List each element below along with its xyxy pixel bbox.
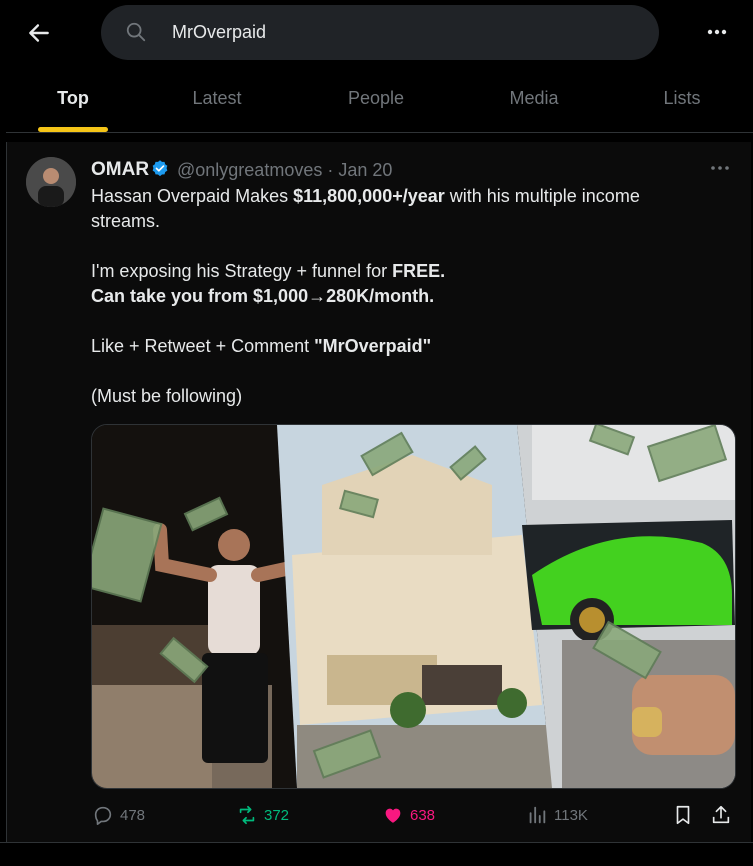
bookmark-button[interactable]: [672, 800, 700, 830]
reply-button[interactable]: 478: [92, 800, 145, 830]
reply-count: 478: [120, 806, 146, 824]
search-query[interactable]: MrOverpaid: [172, 22, 266, 43]
tab-lists-label: Lists: [663, 88, 701, 108]
arrow-left-icon[interactable]: [26, 20, 52, 46]
bookmark-icon: [676, 805, 690, 825]
like-count: 638: [410, 806, 436, 824]
search-box[interactable]: MrOverpaid: [101, 5, 659, 60]
retweet-icon: [239, 805, 255, 825]
retweet-count: 372: [264, 806, 290, 824]
tab-top-label: Top: [57, 88, 89, 108]
reply-icon: [94, 806, 112, 825]
avatar[interactable]: [26, 157, 76, 207]
more-horizontal-icon[interactable]: [703, 20, 731, 44]
tab-divider: [6, 132, 753, 133]
tweet-line-5: (Must be following): [91, 386, 243, 406]
retweet-button[interactable]: 372: [236, 800, 289, 830]
share-icon: [712, 805, 730, 824]
tab-bar: Top Latest People Media Lists: [0, 66, 753, 132]
tweet-line-2: I'm exposing his Strategy + funnel for F…: [91, 261, 446, 281]
tab-people[interactable]: People: [326, 66, 426, 132]
tab-latest-label: Latest: [192, 88, 242, 108]
tab-media[interactable]: Media: [484, 66, 584, 132]
verified-badge-icon: [152, 160, 168, 177]
tab-latest[interactable]: Latest: [167, 66, 267, 132]
bottom-divider: [0, 842, 753, 843]
avatar-image: [26, 157, 76, 207]
author-handle-time[interactable]: @onlygreatmoves · Jan 20: [177, 160, 392, 181]
search-icon: [126, 22, 146, 42]
tab-media-label: Media: [509, 88, 559, 108]
media-collage: [92, 425, 735, 788]
tab-people-label: People: [347, 88, 405, 108]
tweet-media-image[interactable]: [91, 424, 736, 789]
views-button[interactable]: 113K: [526, 800, 588, 830]
views-count: 113K: [554, 806, 588, 824]
tweet-text: Hassan Overpaid Makes $11,800,000+/year …: [91, 184, 711, 409]
heart-icon: [385, 808, 401, 823]
author-name[interactable]: OMAR: [91, 159, 149, 181]
tweet-line-1: Hassan Overpaid Makes $11,800,000+/year …: [91, 186, 640, 231]
tab-lists[interactable]: Lists: [632, 66, 732, 132]
more-horizontal-icon[interactable]: [708, 160, 732, 176]
tweet-line-3: Can take you from $1,000→280K/month.: [91, 286, 435, 306]
like-button[interactable]: 638: [382, 800, 435, 830]
share-button[interactable]: [710, 800, 738, 830]
tab-top[interactable]: Top: [38, 66, 108, 132]
tweet-action-bar: 478 372 638 113K: [0, 800, 753, 830]
tweet-line-4: Like + Retweet + Comment "MrOverpaid": [91, 336, 432, 356]
top-bar: MrOverpaid: [0, 0, 753, 64]
views-icon: [529, 806, 546, 824]
